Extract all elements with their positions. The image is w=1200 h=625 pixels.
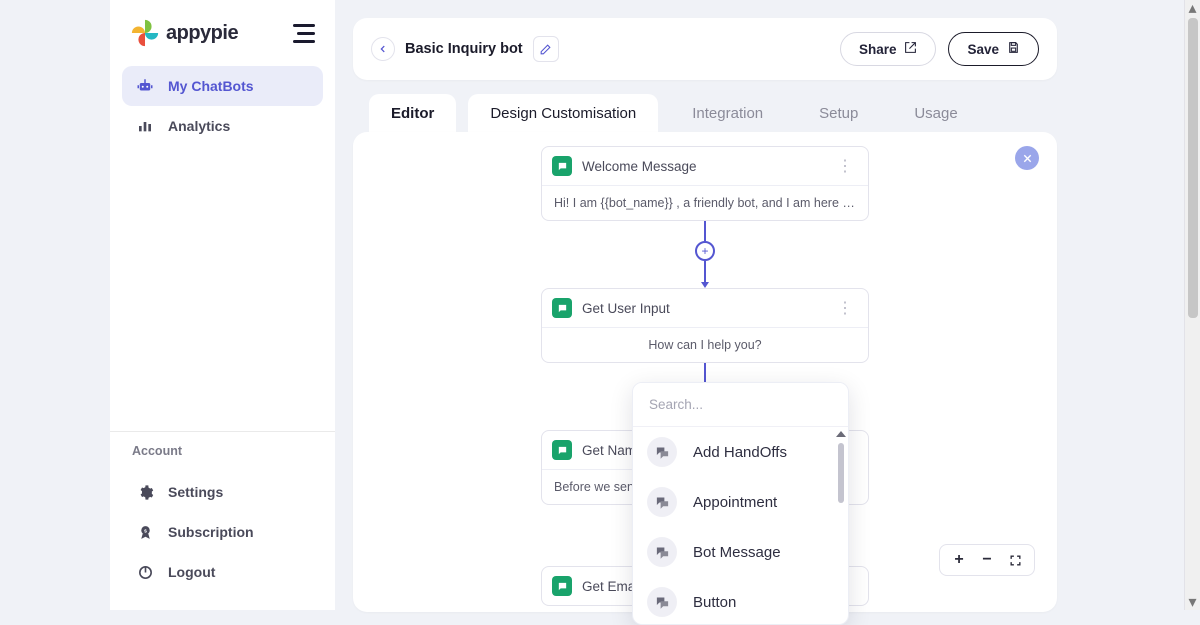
tab-integration[interactable]: Integration [670,94,785,133]
popover-item-add-handoffs[interactable]: Add HandOffs [633,427,848,477]
tab-label: Editor [391,105,434,122]
search-input[interactable] [633,383,848,426]
account-nav: Account Settings $ Subscription [110,431,335,610]
nav-item-subscription[interactable]: $ Subscription [122,512,323,552]
tab-label: Integration [692,105,763,122]
brand-logo[interactable]: appypie [130,18,238,48]
sidebar: appypie My ChatBots Analytics Account [110,0,335,610]
tab-label: Design Customisation [490,105,636,122]
tab-editor[interactable]: Editor [369,94,456,133]
zoom-out-button[interactable]: − [978,551,996,569]
tab-setup[interactable]: Setup [797,94,880,133]
flow-node-welcome-message[interactable]: Welcome Message ⋮ Hi! I am {{bot_name}} … [541,146,869,221]
edit-title-button[interactable] [533,36,559,62]
nav-item-settings[interactable]: Settings [122,472,323,512]
save-icon [1007,41,1020,57]
nav-label: Settings [168,484,223,500]
node-title: Get User Input [582,301,670,316]
editor-canvas[interactable]: Welcome Message ⋮ Hi! I am {{bot_name}} … [353,132,1057,612]
primary-nav: My ChatBots Analytics [110,58,335,154]
nav-label: Analytics [168,118,230,134]
brand-name: appypie [166,22,238,45]
node-menu-icon[interactable]: ⋮ [833,298,858,318]
topbar: Basic Inquiry bot Share Save [353,18,1057,80]
robot-icon [136,77,154,95]
share-icon [904,41,917,57]
nav-label: My ChatBots [168,78,254,94]
add-node-popover: Add HandOffs Appointment Bot Message [632,382,849,625]
popover-item-appointment[interactable]: Appointment [633,477,848,527]
menu-toggle-icon[interactable] [293,24,315,43]
bar-chart-icon [136,117,154,135]
tab-design-customisation[interactable]: Design Customisation [468,94,658,133]
add-node-button[interactable]: + [695,241,715,261]
badge-icon: $ [136,523,154,541]
chat-icon [647,487,677,517]
scroll-up-icon[interactable]: ▴ [1185,0,1200,16]
node-title: Welcome Message [582,159,697,174]
main-area: Basic Inquiry bot Share Save [335,0,1075,610]
popover-item-button[interactable]: Button [633,577,848,624]
left-gutter [0,0,110,610]
share-label: Share [859,42,897,57]
save-button[interactable]: Save [948,32,1039,66]
connector: + [695,221,715,288]
bot-title: Basic Inquiry bot [405,41,523,57]
popover-item-label: Button [693,594,736,611]
node-body: Hi! I am {{bot_name}} , a friendly bot, … [542,185,868,220]
nav-label: Subscription [168,524,254,540]
node-menu-icon[interactable]: ⋮ [833,156,858,176]
window-scrollbar[interactable]: ▴ ▾ [1184,0,1200,610]
svg-text:$: $ [144,528,147,534]
zoom-in-button[interactable]: + [950,551,968,569]
nav-item-my-chatbots[interactable]: My ChatBots [122,66,323,106]
tab-label: Setup [819,105,858,122]
popover-list[interactable]: Add HandOffs Appointment Bot Message [633,426,848,624]
message-icon [552,156,572,176]
popover-item-label: Bot Message [693,544,781,561]
chat-icon [647,587,677,617]
scroll-thumb[interactable] [1188,18,1198,318]
chat-icon [647,437,677,467]
popover-item-label: Appointment [693,494,777,511]
canvas-controls: + − [939,544,1035,576]
scroll-down-icon[interactable]: ▾ [1185,594,1200,610]
flow-node-get-user-input[interactable]: Get User Input ⋮ How can I help you? [541,288,869,363]
tab-bar: Editor Design Customisation Integration … [353,94,1057,133]
message-icon [552,576,572,596]
popover-item-label: Add HandOffs [693,444,787,461]
chat-icon [647,537,677,567]
message-icon [552,440,572,460]
message-icon [552,298,572,318]
gear-icon [136,483,154,501]
save-label: Save [967,42,999,57]
account-heading: Account [110,431,335,464]
logo-mark-icon [130,18,160,48]
nav-item-logout[interactable]: Logout [122,552,323,592]
popover-item-bot-message[interactable]: Bot Message [633,527,848,577]
tab-label: Usage [914,105,957,122]
back-button[interactable] [371,37,395,61]
nav-item-analytics[interactable]: Analytics [122,106,323,146]
fullscreen-button[interactable] [1006,551,1024,569]
close-panel-button[interactable] [1015,146,1039,170]
nav-label: Logout [168,564,215,580]
share-button[interactable]: Share [840,32,937,66]
tab-usage[interactable]: Usage [892,94,979,133]
power-icon [136,563,154,581]
node-body: How can I help you? [542,327,868,362]
